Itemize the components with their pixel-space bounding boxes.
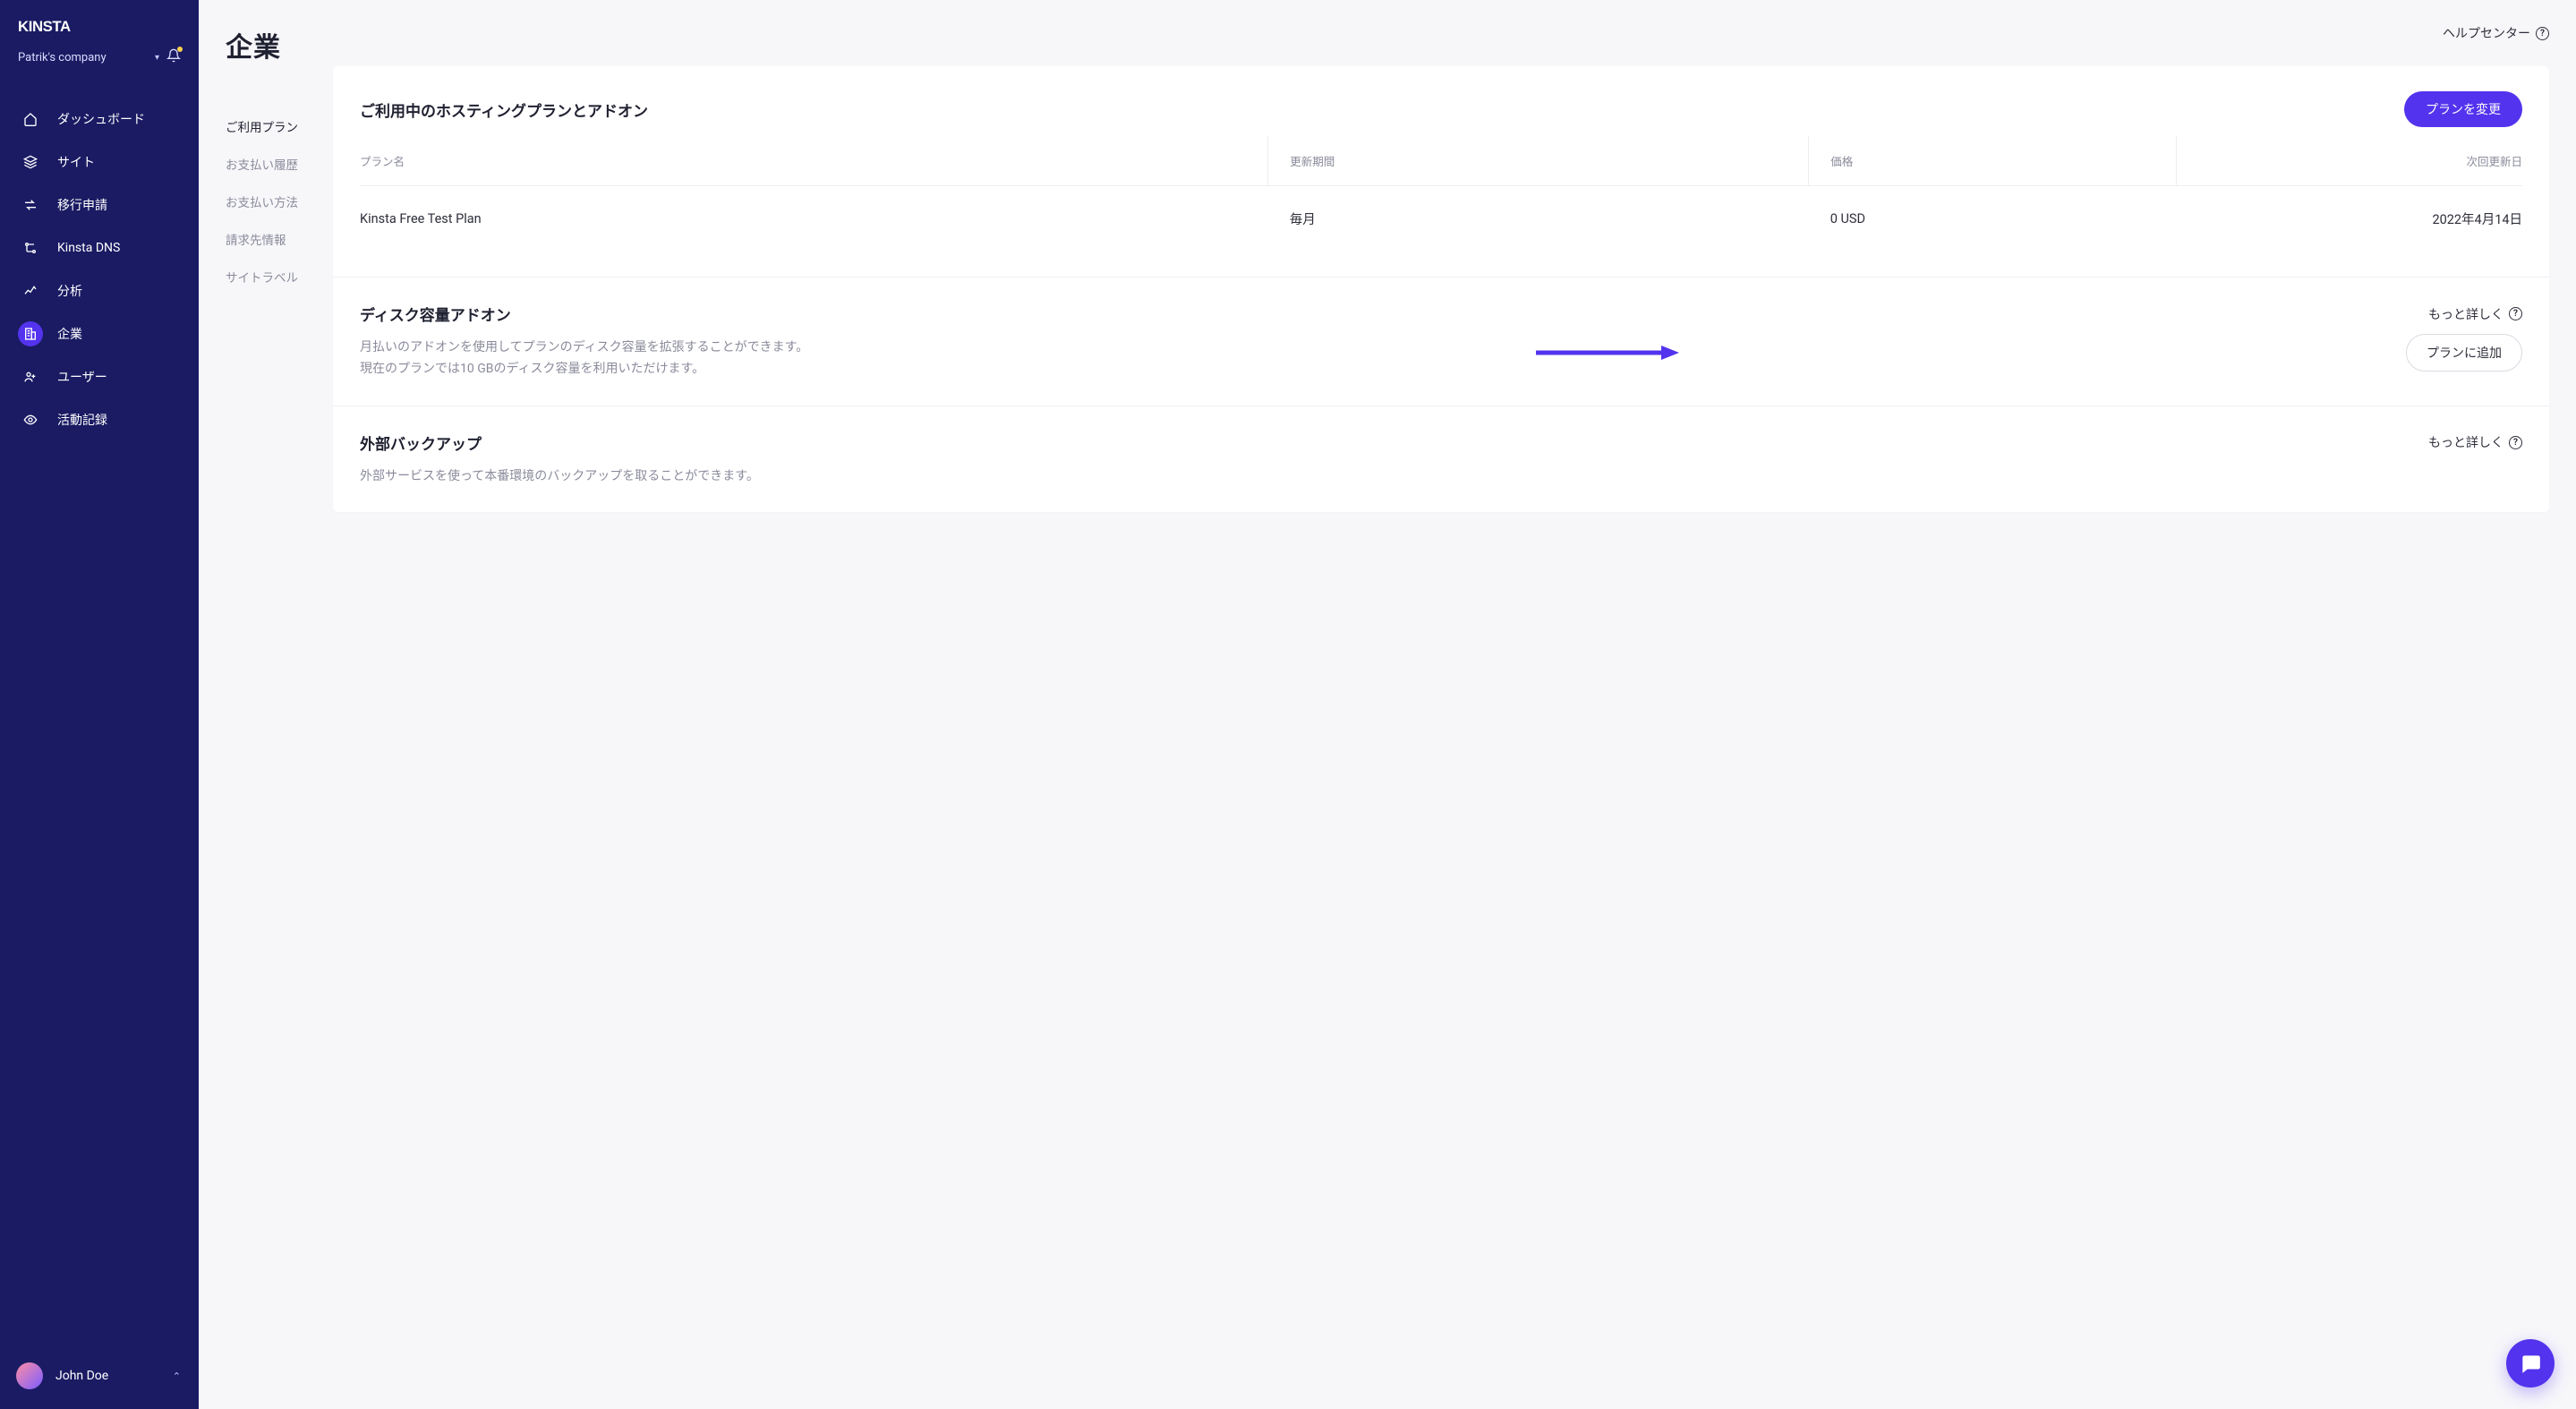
- section-title-plan: ご利用中のホスティングプランとアドオン: [360, 98, 648, 121]
- cell-period: 毎月: [1268, 186, 1809, 252]
- chevron-up-icon: ⌃: [173, 1371, 181, 1382]
- company-selector[interactable]: Patrik's company: [18, 51, 148, 64]
- nav-label: Kinsta DNS: [57, 241, 120, 255]
- table-row: Kinsta Free Test Plan 毎月 0 USD 2022年4月14…: [360, 186, 2522, 252]
- main-content: ヘルプセンター ? ご利用中のホスティングプランとアドオン プランを変更 プラン…: [324, 0, 2576, 1409]
- user-menu[interactable]: John Doe ⌃: [0, 1350, 199, 1409]
- subnav-item-plan[interactable]: ご利用プラン: [226, 107, 311, 145]
- notification-dot-icon: [177, 47, 183, 52]
- page-title: 企業: [226, 25, 311, 64]
- avatar: [16, 1362, 43, 1389]
- nav-item-activity[interactable]: 活動記録: [0, 399, 199, 440]
- nav-item-company[interactable]: 企業: [0, 313, 199, 354]
- transfer-icon: [18, 192, 43, 218]
- disk-more-link[interactable]: もっと詳しく ?: [2428, 305, 2522, 323]
- primary-nav: ダッシュボード サイト 移行申請 Kinsta DNS 分析 企業: [0, 82, 199, 440]
- nav-label: サイト: [57, 153, 95, 171]
- plan-card: ご利用中のホスティングプランとアドオン プランを変更 プラン名 更新期間 価格 …: [333, 66, 2549, 512]
- notifications-bell-icon[interactable]: [166, 48, 181, 66]
- nav-item-analytics[interactable]: 分析: [0, 270, 199, 312]
- subnav: 企業 ご利用プラン お支払い履歴 お支払い方法 請求先情報 サイトラベル: [199, 0, 324, 1409]
- layers-icon: [18, 149, 43, 175]
- users-icon: [18, 364, 43, 389]
- col-price: 価格: [1809, 136, 2177, 186]
- nav-label: 活動記録: [57, 411, 107, 429]
- subnav-item-billing[interactable]: 請求先情報: [226, 220, 311, 258]
- sidebar: KINSTA Patrik's company ▾ ダッシュボード サイト 移行…: [0, 0, 199, 1409]
- subnav-item-payment[interactable]: お支払い方法: [226, 183, 311, 220]
- brand-logo[interactable]: KINSTA: [0, 0, 199, 48]
- nav-label: ダッシュボード: [57, 110, 145, 128]
- cell-plan: Kinsta Free Test Plan: [360, 186, 1268, 252]
- nav-label: 移行申請: [57, 196, 107, 214]
- eye-icon: [18, 407, 43, 432]
- hosting-plan-section: ご利用中のホスティングプランとアドオン プランを変更 プラン名 更新期間 価格 …: [333, 66, 2549, 277]
- cell-renewal: 2022年4月14日: [2176, 186, 2522, 252]
- more-label: もっと詳しく: [2428, 305, 2503, 323]
- user-name: John Doe: [55, 1369, 108, 1383]
- backup-description: 外部サービスを使って本番環境のバックアップを取ることができます。: [360, 466, 2522, 488]
- help-icon: ?: [2509, 307, 2522, 320]
- subnav-item-labels[interactable]: サイトラベル: [226, 258, 311, 295]
- help-icon[interactable]: ?: [2536, 27, 2549, 40]
- nav-item-dashboard[interactable]: ダッシュボード: [0, 98, 199, 140]
- col-period: 更新期間: [1268, 136, 1809, 186]
- disk-addon-section: ディスク容量アドオン もっと詳しく ? 月払いのアドオンを使用してプランのディス…: [333, 277, 2549, 406]
- company-icon: [18, 321, 43, 346]
- col-renewal: 次回更新日: [2176, 136, 2522, 186]
- disk-description: 月払いのアドオンを使用してプランのディスク容量を拡張することができます。 現在の…: [360, 337, 808, 380]
- chat-fab[interactable]: [2506, 1339, 2555, 1388]
- chat-icon: [2519, 1352, 2542, 1375]
- home-icon: [18, 107, 43, 132]
- help-center-link[interactable]: ヘルプセンター: [2443, 24, 2530, 42]
- col-plan: プラン名: [360, 136, 1268, 186]
- change-plan-button[interactable]: プランを変更: [2404, 91, 2522, 127]
- section-title-disk: ディスク容量アドオン: [360, 303, 511, 325]
- nav-item-dns[interactable]: Kinsta DNS: [0, 227, 199, 269]
- analytics-icon: [18, 278, 43, 303]
- nav-item-users[interactable]: ユーザー: [0, 356, 199, 397]
- add-to-plan-button[interactable]: プランに追加: [2406, 334, 2522, 371]
- dns-icon: [18, 235, 43, 260]
- arrow-annotation-icon: [1536, 344, 1679, 362]
- more-label: もっと詳しく: [2428, 433, 2503, 451]
- nav-item-sites[interactable]: サイト: [0, 141, 199, 183]
- section-title-backup: 外部バックアップ: [360, 431, 482, 454]
- nav-item-migrations[interactable]: 移行申請: [0, 184, 199, 226]
- svg-text:KINSTA: KINSTA: [18, 18, 71, 35]
- nav-label: 分析: [57, 282, 82, 300]
- backup-more-link[interactable]: もっと詳しく ?: [2428, 433, 2522, 451]
- subnav-item-history[interactable]: お支払い履歴: [226, 145, 311, 183]
- nav-label: ユーザー: [57, 368, 107, 386]
- external-backup-section: 外部バックアップ もっと詳しく ? 外部サービスを使って本番環境のバックアップを…: [333, 406, 2549, 513]
- nav-label: 企業: [57, 325, 82, 343]
- cell-price: 0 USD: [1809, 186, 2177, 252]
- help-icon: ?: [2509, 436, 2522, 449]
- plan-table: プラン名 更新期間 価格 次回更新日 Kinsta Free Test Plan…: [360, 136, 2522, 252]
- chevron-down-icon[interactable]: ▾: [148, 53, 166, 63]
